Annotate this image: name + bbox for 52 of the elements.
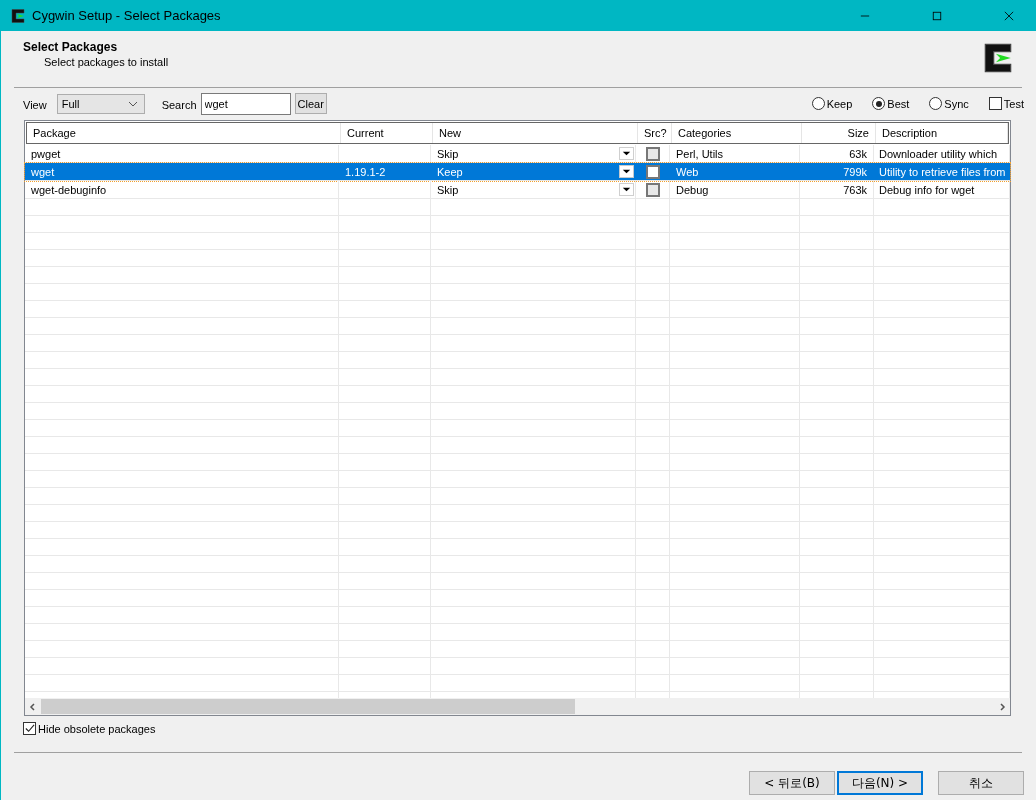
scrollbar-thumb[interactable]: [41, 699, 575, 714]
horizontal-scrollbar[interactable]: [25, 698, 1010, 715]
wizard-button[interactable]: < 뒤로(B): [749, 771, 835, 795]
radio-button[interactable]: [872, 97, 886, 110]
table-cell: Debug info for wget: [879, 183, 975, 196]
table-row[interactable]: wget 1.19.1-2 Keep Web 799k Utility to retrieve files from: [25, 163, 1010, 181]
table-cell: Debug: [676, 183, 709, 196]
clear-button[interactable]: Clear: [294, 93, 327, 114]
search-field[interactable]: wget: [200, 92, 291, 115]
radio-button[interactable]: [929, 97, 943, 110]
table-cell: 763k: [843, 183, 867, 196]
view-label: View: [23, 99, 47, 111]
checkbox[interactable]: [988, 97, 1002, 110]
table-cell: Downloader utility which: [879, 147, 997, 160]
radio-button[interactable]: [811, 97, 825, 110]
table-cell: 1.19.1-2: [345, 165, 386, 178]
radio-label: Sync: [944, 97, 969, 110]
checkbox[interactable]: [23, 722, 36, 735]
column-header[interactable]: Categories: [672, 123, 802, 143]
column-header[interactable]: Src?: [638, 123, 672, 143]
table-cell: Skip: [437, 183, 459, 196]
table-cell: Keep: [437, 165, 463, 178]
wizard-button[interactable]: 다음(N) >: [837, 771, 923, 795]
source-checkbox[interactable]: [645, 146, 660, 161]
search-label: Search: [161, 99, 197, 111]
radio-label: Best: [887, 97, 910, 110]
column-header[interactable]: Current: [341, 123, 433, 143]
checkbox-label: Hide obsolete packages: [38, 722, 156, 735]
page-subtitle: Select packages to install: [44, 56, 169, 68]
view-dropdown[interactable]: Full: [56, 93, 145, 114]
source-checkbox[interactable]: [645, 164, 660, 179]
table-cell: 63k: [849, 147, 867, 160]
table-cell: Utility to retrieve files from: [879, 165, 1006, 178]
table-cell: Skip: [437, 147, 459, 160]
column-header[interactable]: New: [433, 123, 638, 143]
table-cell: wget: [31, 165, 55, 178]
checkbox-label: Test: [1003, 97, 1024, 110]
table-cell: 799k: [843, 165, 867, 178]
table-cell: pwget: [31, 147, 61, 160]
table-cell: Web: [676, 165, 699, 178]
table-cell: wget-debuginfo: [31, 183, 107, 196]
radio-label: Keep: [826, 97, 853, 110]
page-title: Select Packages: [23, 40, 119, 54]
wizard-button[interactable]: 취소: [938, 771, 1024, 795]
source-checkbox[interactable]: [645, 182, 660, 197]
column-header[interactable]: Description: [876, 123, 1008, 143]
table-cell: Perl, Utils: [676, 147, 724, 160]
window-title: Cygwin Setup - Select Packages: [32, 8, 222, 23]
cygwin-logo-icon: [10, 7, 26, 24]
chevron-down-icon[interactable]: [127, 100, 138, 107]
column-header[interactable]: Package: [27, 123, 341, 143]
column-header[interactable]: Size: [802, 123, 876, 143]
